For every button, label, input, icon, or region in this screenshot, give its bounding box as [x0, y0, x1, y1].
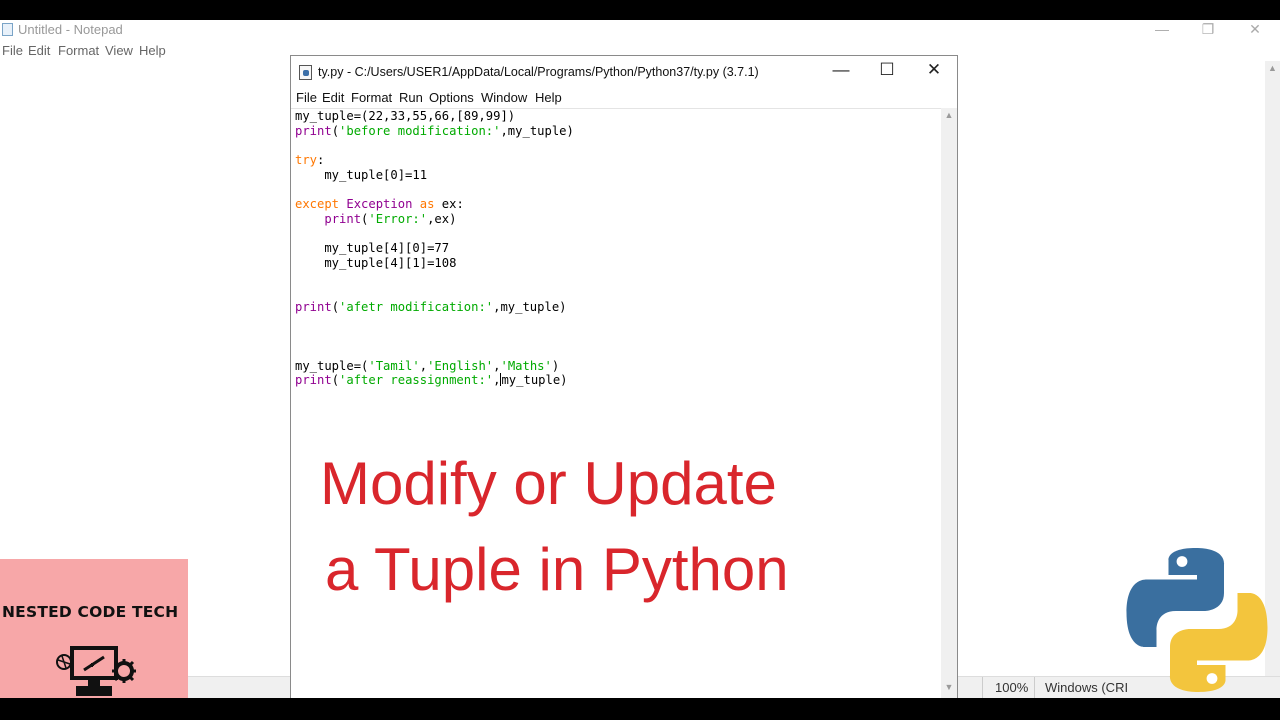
code-line: print('afetr modification:',my_tuple)	[295, 300, 574, 315]
notepad-restore-button[interactable]: ❐	[1185, 20, 1231, 40]
code-token: (	[331, 299, 340, 314]
code-token: 'English'	[427, 358, 494, 373]
code-token: (	[331, 123, 340, 138]
notepad-titlebar: Untitled - Notepad — ❐ ✕	[0, 20, 1280, 40]
code-editor[interactable]: my_tuple=(22,33,55,66,[89,99]) print('bef…	[291, 108, 941, 699]
idle-menu-options[interactable]: Options	[429, 90, 474, 105]
code-line: my_tuple[4][0]=77	[295, 241, 574, 256]
code-token: my_tuple[0]=11	[295, 167, 428, 182]
code-token: :	[317, 153, 325, 168]
notepad-minimize-button[interactable]: —	[1139, 20, 1185, 40]
idle-menu-edit[interactable]: Edit	[322, 90, 344, 105]
code-token: 'Tamil'	[368, 358, 420, 373]
code-token: ex:	[434, 197, 464, 212]
code-line: my_tuple[4][1]=108	[295, 256, 574, 271]
code-token: my_tuple=(22,33,55,66,[89,99])	[295, 109, 516, 123]
idle-menubar: File Edit Format Run Options Window Help	[291, 88, 957, 108]
code-token: )	[551, 358, 560, 373]
code-token: ,my_tuple)	[500, 123, 574, 138]
code-token: ,ex)	[427, 211, 457, 226]
idle-close-button[interactable]: ✕	[911, 56, 957, 86]
idle-maximize-button[interactable]: ☐	[864, 56, 910, 86]
code-token: ,my_tuple)	[493, 299, 567, 314]
status-divider	[982, 677, 983, 699]
code-token: Exception	[346, 197, 413, 212]
code-token: print	[295, 123, 332, 138]
status-divider	[1034, 677, 1035, 699]
code-token: 'before modification:'	[339, 123, 501, 138]
code-line: my_tuple=('Tamil','English','Maths')	[295, 359, 574, 374]
code-token: 'afetr modification:'	[339, 299, 494, 314]
idle-menu-run[interactable]: Run	[399, 90, 423, 105]
notepad-menu-file[interactable]: File	[2, 43, 23, 58]
code-line: my_tuple[0]=11	[295, 168, 574, 183]
code-token: ,	[493, 373, 501, 388]
code-line: print('Error:',ex)	[295, 212, 574, 227]
code-token: 'after reassignment:'	[339, 373, 494, 388]
idle-menu-window[interactable]: Window	[481, 90, 527, 105]
bottom-black-bar	[0, 698, 1280, 720]
code-token: try	[295, 153, 318, 168]
code-token: as	[419, 197, 435, 212]
notepad-menu-format[interactable]: Format	[58, 43, 99, 58]
status-encoding: Windows (CRI	[1045, 680, 1129, 695]
channel-name: NESTED CODE TECH	[2, 603, 179, 621]
notepad-icon	[2, 23, 13, 36]
code-token: print	[295, 299, 332, 314]
code-token: print	[295, 373, 332, 388]
notepad-close-button[interactable]: ✕	[1232, 20, 1278, 40]
code-token: except	[295, 197, 340, 212]
computer-gear-logo-icon	[56, 646, 136, 696]
notepad-menu-view[interactable]: View	[105, 43, 133, 58]
top-black-bar	[0, 0, 1280, 20]
notepad-menu-help[interactable]: Help	[139, 43, 166, 58]
idle-titlebar: ty.py - C:/Users/USER1/AppData/Local/Pro…	[291, 56, 957, 88]
python-logo-icon	[1126, 548, 1268, 692]
code-token: (	[331, 373, 340, 388]
channel-brand-box: NESTED CODE TECH	[0, 559, 188, 698]
code-token: my_tuple[4][1]=108	[295, 255, 457, 270]
code-line: print('before modification:',my_tuple)	[295, 124, 574, 139]
scroll-up-icon[interactable]: ▲	[941, 110, 957, 122]
notepad-title: Untitled - Notepad	[18, 22, 123, 37]
code-token: my_tuple)	[501, 373, 568, 388]
idle-menu-format[interactable]: Format	[351, 90, 392, 105]
notepad-menu-edit[interactable]: Edit	[28, 43, 50, 58]
code-token: my_tuple=(	[295, 358, 369, 373]
video-title-line-2: a Tuple in Python	[325, 536, 789, 603]
code-token: my_tuple[4][0]=77	[295, 241, 450, 256]
code-token: print	[324, 211, 362, 226]
code-line: except Exception as ex:	[295, 197, 574, 212]
idle-menu-help[interactable]: Help	[535, 90, 562, 105]
idle-minimize-button[interactable]: —	[818, 56, 864, 86]
code-token: 'Maths'	[500, 358, 552, 373]
code-token: 'Error:'	[368, 211, 428, 226]
code-line: print('after reassignment:',my_tuple)	[295, 373, 574, 388]
idle-menu-file[interactable]: File	[296, 90, 317, 105]
notepad-scroll-up-icon[interactable]: ▲	[1265, 63, 1280, 77]
idle-title: ty.py - C:/Users/USER1/AppData/Local/Pro…	[318, 65, 759, 79]
code-token: ,	[419, 358, 428, 373]
code-text[interactable]: my_tuple=(22,33,55,66,[89,99]) print('bef…	[295, 109, 574, 388]
python-file-icon	[299, 65, 312, 80]
idle-scrollbar[interactable]: ▲ ▼	[941, 108, 957, 698]
video-title-line-1: Modify or Update	[320, 450, 777, 517]
status-zoom: 100%	[995, 680, 1029, 695]
scroll-down-icon[interactable]: ▼	[941, 682, 957, 694]
code-line: try:	[295, 153, 574, 168]
code-line: my_tuple=(22,33,55,66,[89,99])	[295, 109, 574, 124]
